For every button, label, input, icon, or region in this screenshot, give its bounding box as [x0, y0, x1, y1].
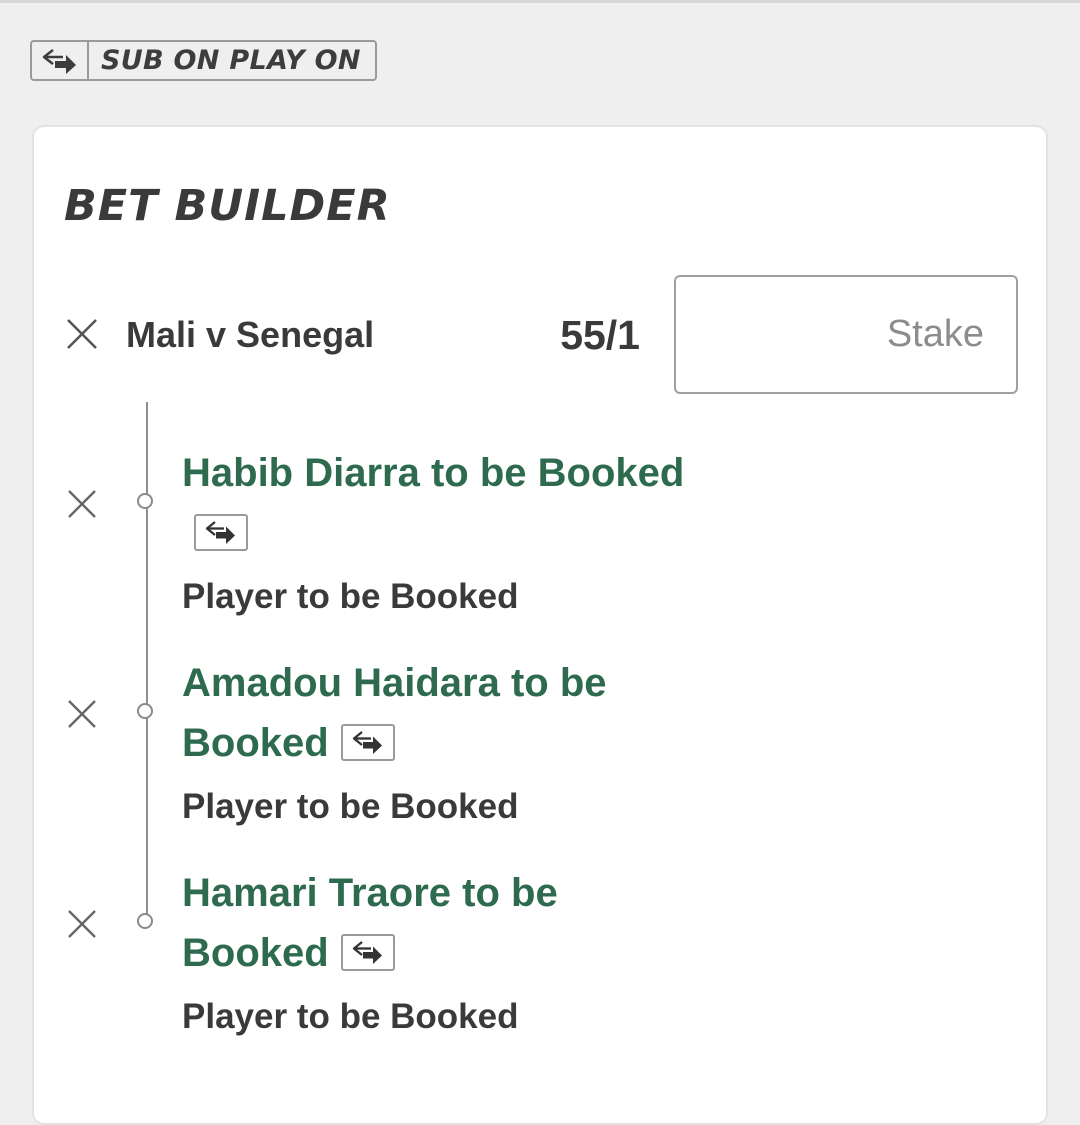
timeline-node — [137, 493, 153, 509]
bet-leg: Amadou Haidara to be Booked Player to be… — [34, 653, 1050, 853]
remove-leg-close-icon[interactable] — [66, 698, 98, 730]
substitution-arrows-icon — [340, 723, 395, 761]
remove-leg-close-icon[interactable] — [66, 488, 98, 520]
sub-on-play-on-badge: SUB ON PLAY ON — [30, 40, 377, 81]
selection-name: Amadou Haidara to be Booked — [182, 653, 702, 773]
top-divider — [0, 0, 1080, 3]
stake-input[interactable] — [674, 275, 1018, 394]
bet-builder-card: BET BUILDER Mali v Senegal 55/1 Habib Di… — [32, 125, 1048, 1125]
substitution-arrows-icon — [32, 42, 89, 79]
timeline-node — [137, 913, 153, 929]
event-odds: 55/1 — [560, 312, 640, 358]
remove-event-close-icon[interactable] — [66, 318, 98, 350]
market-name: Player to be Booked — [182, 577, 519, 616]
selection-name: Hamari Traore to be Booked — [182, 863, 702, 983]
bet-builder-title: BET BUILDER — [64, 181, 391, 231]
substitution-arrows-icon — [340, 933, 395, 971]
selection-label: Habib Diarra to be Booked — [182, 451, 685, 495]
market-name: Player to be Booked — [182, 997, 519, 1036]
selection-name: Habib Diarra to be Booked — [182, 443, 702, 563]
badge-label: SUB ON PLAY ON — [101, 45, 361, 76]
remove-leg-close-icon[interactable] — [66, 908, 98, 940]
substitution-arrows-icon — [194, 513, 248, 551]
bet-leg: Habib Diarra to be Booked Player to be B… — [34, 443, 1050, 643]
event-name: Mali v Senegal — [126, 314, 375, 355]
market-name: Player to be Booked — [182, 787, 519, 826]
timeline-node — [137, 703, 153, 719]
bet-leg: Hamari Traore to be Booked Player to be … — [34, 863, 1050, 1063]
